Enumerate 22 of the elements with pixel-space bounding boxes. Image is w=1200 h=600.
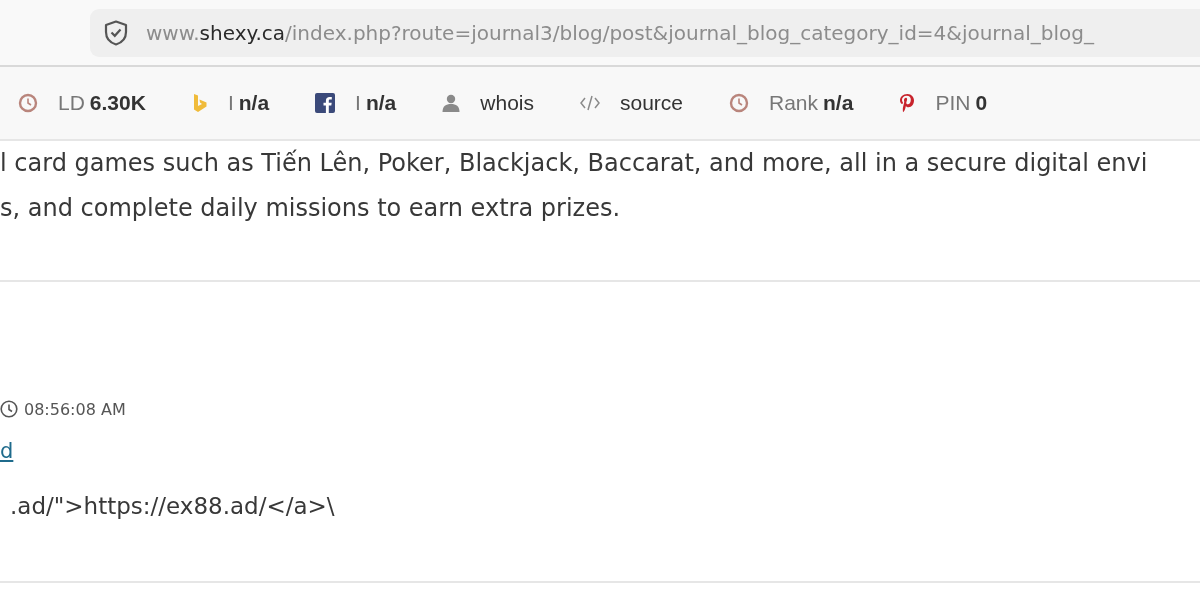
toolbar-link[interactable]: source	[580, 91, 683, 115]
toolbar-link[interactable]: I n/a	[315, 91, 397, 115]
shield-icon	[104, 19, 128, 46]
toolbar-link[interactable]: PIN 0	[899, 91, 988, 115]
code-icon	[580, 95, 600, 111]
p-logo-icon	[899, 93, 916, 113]
url-text: www.shexy.ca/index.php?route=journal3/blog/post&journal_blog_category_id=4&journal_blog_	[146, 20, 1094, 45]
clock-icon	[0, 400, 18, 418]
address-bar[interactable]: www.shexy.ca/index.php?route=journal3/blog/post&journal_blog_category_id=4&journal_blog_	[90, 8, 1200, 57]
toolbar-link[interactable]: whois	[442, 91, 534, 115]
toolbar-link[interactable]: LD 6.30K	[18, 91, 146, 115]
code-text: .ad/">https://ex88.ad/</a>\	[9, 492, 336, 521]
dial-icon	[18, 93, 38, 113]
f-logo-icon	[315, 93, 336, 113]
toolbar-link[interactable]: Rank n/a	[729, 91, 854, 115]
dial-icon	[729, 93, 749, 113]
post-time: 08:56:08 AM	[24, 399, 126, 419]
text-link[interactable]: d	[0, 438, 14, 464]
paragraph: l card games such as Tiến Lên, Poker, Blackjack, Baccarat, and more, all in a secure digital envi s, and complete daily missions to earn extra prizes.	[0, 141, 1200, 282]
logo-icon	[191, 93, 208, 113]
person-icon	[442, 94, 461, 112]
toolbar-link[interactable]: I n/a	[191, 91, 270, 115]
